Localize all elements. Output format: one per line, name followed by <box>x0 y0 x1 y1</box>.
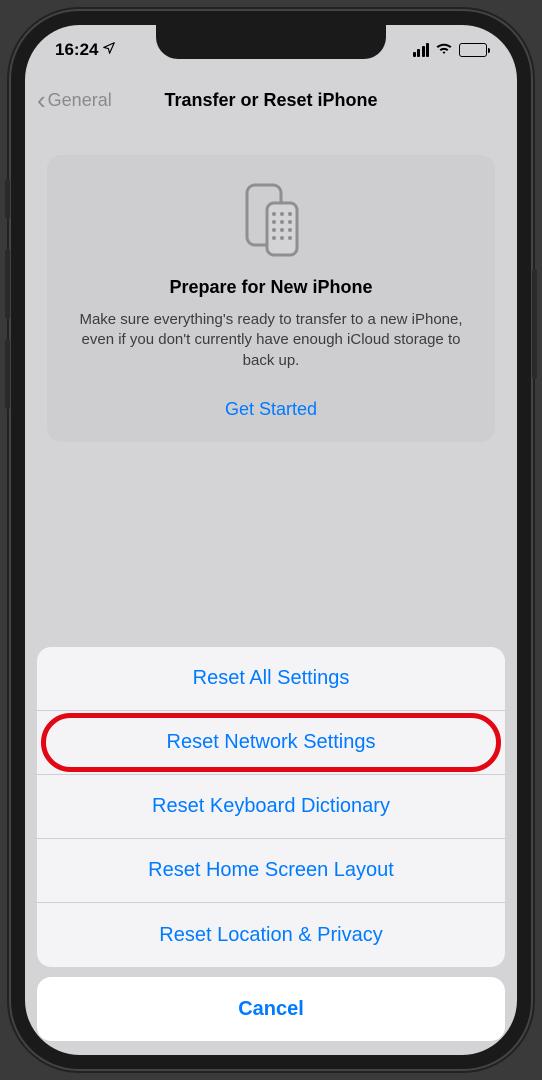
chevron-left-icon: ‹ <box>37 87 46 113</box>
nav-header: ‹ General Transfer or Reset iPhone <box>25 75 517 125</box>
content: Prepare for New iPhone Make sure everyth… <box>47 155 495 442</box>
back-button[interactable]: ‹ General <box>37 87 112 113</box>
status-left: 16:24 <box>55 40 116 60</box>
device-frame: 16:24 ‹ General Transfer or Reset iP <box>9 9 533 1071</box>
cellular-signal-icon <box>413 43 430 57</box>
sheet-item-label: Reset Home Screen Layout <box>148 859 394 882</box>
status-right <box>413 41 488 60</box>
prepare-card: Prepare for New iPhone Make sure everyth… <box>47 155 495 442</box>
volume-up-button <box>5 249 10 319</box>
page-title: Transfer or Reset iPhone <box>164 90 377 111</box>
prepare-description: Make sure everything's ready to transfer… <box>67 310 475 371</box>
sheet-item-label: Reset All Settings <box>193 667 350 690</box>
get-started-link[interactable]: Get Started <box>67 399 475 420</box>
back-label: General <box>48 90 112 111</box>
sheet-item-label: Reset Keyboard Dictionary <box>152 795 390 818</box>
action-sheet: Reset All Settings Reset Network Setting… <box>37 647 505 1041</box>
prepare-title: Prepare for New iPhone <box>67 277 475 298</box>
volume-down-button <box>5 339 10 409</box>
side-button <box>532 269 537 379</box>
sheet-item-label: Reset Network Settings <box>167 731 376 754</box>
mute-switch <box>5 179 10 219</box>
reset-home-screen-layout-item[interactable]: Reset Home Screen Layout <box>37 839 505 903</box>
wifi-icon <box>435 41 453 60</box>
notch <box>156 25 386 59</box>
sheet-item-label: Reset Location & Privacy <box>159 924 382 947</box>
battery-icon <box>459 43 487 57</box>
action-sheet-group: Reset All Settings Reset Network Setting… <box>37 647 505 967</box>
reset-all-settings-item[interactable]: Reset All Settings <box>37 647 505 711</box>
reset-network-settings-item[interactable]: Reset Network Settings <box>37 711 505 775</box>
screen: 16:24 ‹ General Transfer or Reset iP <box>25 25 517 1055</box>
cancel-label: Cancel <box>238 998 304 1021</box>
cancel-button[interactable]: Cancel <box>37 977 505 1041</box>
status-time: 16:24 <box>55 40 98 60</box>
devices-icon <box>231 181 311 259</box>
reset-keyboard-dictionary-item[interactable]: Reset Keyboard Dictionary <box>37 775 505 839</box>
reset-location-privacy-item[interactable]: Reset Location & Privacy <box>37 903 505 967</box>
location-arrow-icon <box>102 40 116 60</box>
